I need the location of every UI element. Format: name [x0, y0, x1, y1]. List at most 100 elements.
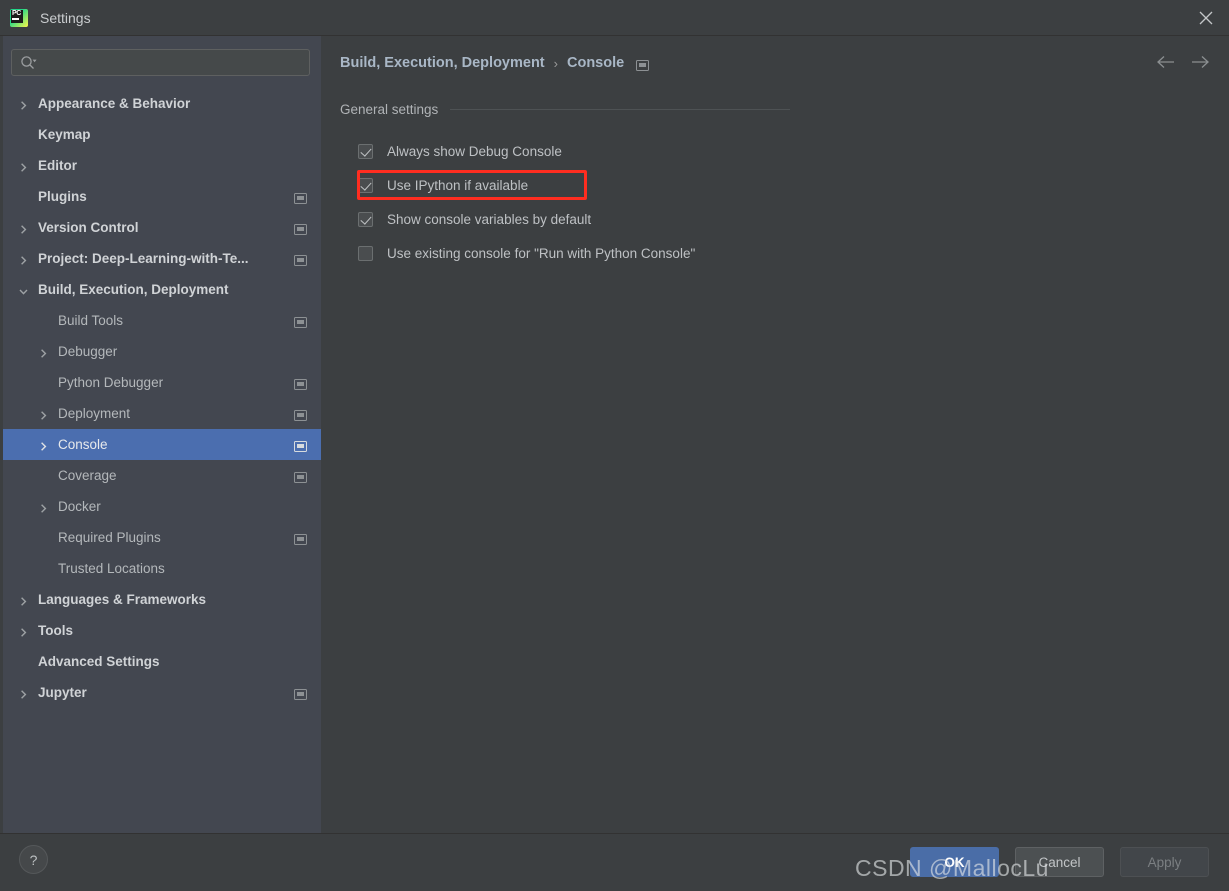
project-settings-icon — [294, 222, 307, 235]
chevron-right-icon[interactable] — [18, 160, 29, 172]
sidebar-left-edge — [0, 36, 3, 833]
chevron-right-icon[interactable] — [18, 625, 29, 637]
arrow-left-icon[interactable] — [1154, 51, 1176, 73]
checkbox[interactable] — [358, 245, 373, 261]
sidebar-item-console[interactable]: Console — [0, 429, 321, 460]
project-settings-icon — [294, 408, 307, 421]
sidebar-item-label: Build, Execution, Deployment — [38, 282, 229, 297]
project-settings-icon — [294, 439, 307, 452]
sidebar-item-project-deep-learning-with-te[interactable]: Project: Deep-Learning-with-Te... — [0, 243, 321, 274]
sidebar-item-label: Build Tools — [58, 313, 124, 328]
sidebar-item-label: Keymap — [38, 127, 91, 142]
sidebar-item-label: Docker — [58, 499, 101, 514]
section-title: General settings — [340, 102, 439, 117]
sidebar-item-label: Coverage — [58, 468, 117, 483]
sidebar-item-label: Languages & Frameworks — [38, 592, 207, 607]
sidebar-item-label: Debugger — [58, 344, 118, 359]
settings-dialog: PC Settings Appearance & Behavior Keymap… — [0, 0, 1229, 891]
window-title: Settings — [40, 9, 91, 26]
sidebar-item-label: Plugins — [38, 189, 87, 204]
ok-button[interactable]: OK — [910, 847, 999, 877]
sidebar-item-version-control[interactable]: Version Control — [0, 212, 321, 243]
chevron-right-icon[interactable] — [18, 222, 29, 234]
sidebar-item-label: Version Control — [38, 220, 139, 235]
chevron-right-icon[interactable] — [38, 346, 49, 358]
option-row[interactable]: Use IPython if available — [358, 168, 695, 202]
sidebar-item-editor[interactable]: Editor — [0, 150, 321, 181]
option-row[interactable]: Show console variables by default — [358, 202, 695, 236]
title-bar: PC Settings — [0, 0, 1229, 36]
apply-button[interactable]: Apply — [1120, 847, 1209, 877]
sidebar-item-label: Required Plugins — [58, 530, 161, 545]
sidebar-item-python-debugger[interactable]: Python Debugger — [0, 367, 321, 398]
chevron-right-icon[interactable] — [38, 408, 49, 420]
sidebar-item-required-plugins[interactable]: Required Plugins — [0, 522, 321, 553]
sidebar-item-tools[interactable]: Tools — [0, 615, 321, 646]
pycharm-icon: PC — [10, 8, 28, 27]
project-settings-icon — [294, 470, 307, 483]
search-box[interactable] — [11, 49, 310, 76]
chevron-right-icon[interactable] — [18, 687, 29, 699]
breadcrumb-current: Console — [566, 55, 625, 71]
sidebar-item-label: Deployment — [58, 406, 131, 421]
project-settings-icon — [636, 58, 650, 71]
search-input[interactable] — [42, 50, 302, 75]
sidebar-item-label: Python Debugger — [58, 375, 164, 390]
sidebar-item-build-tools[interactable]: Build Tools — [0, 305, 321, 336]
search-icon — [20, 55, 37, 76]
search-field-wrapper — [11, 49, 310, 76]
sidebar-item-plugins[interactable]: Plugins — [0, 181, 321, 212]
breadcrumb: Build, Execution, Deployment › Console — [340, 53, 650, 73]
sidebar-item-docker[interactable]: Docker — [0, 491, 321, 522]
sidebar-item-debugger[interactable]: Debugger — [0, 336, 321, 367]
project-settings-icon — [294, 253, 307, 266]
close-icon[interactable] — [1183, 0, 1229, 35]
chevron-right-icon[interactable] — [18, 594, 29, 606]
cancel-button[interactable]: Cancel — [1015, 847, 1104, 877]
option-label: Use existing console for "Run with Pytho… — [387, 245, 696, 261]
checkbox[interactable] — [358, 211, 373, 227]
sidebar-item-keymap[interactable]: Keymap — [0, 119, 321, 150]
option-row[interactable]: Use existing console for "Run with Pytho… — [358, 236, 695, 270]
general-settings-options: Always show Debug Console Use IPython if … — [358, 134, 695, 270]
sidebar-item-deployment[interactable]: Deployment — [0, 398, 321, 429]
option-label: Always show Debug Console — [387, 143, 562, 159]
sidebar-item-trusted-locations[interactable]: Trusted Locations — [0, 553, 321, 584]
sidebar-item-label: Tools — [38, 623, 73, 638]
sidebar-item-label: Editor — [38, 158, 77, 173]
option-row[interactable]: Always show Debug Console — [358, 134, 695, 168]
settings-tree: Appearance & Behavior Keymap Editor Plugins… — [0, 88, 321, 708]
chevron-right-icon[interactable] — [18, 253, 29, 265]
sidebar-item-coverage[interactable]: Coverage — [0, 460, 321, 491]
sidebar-item-build-execution-deployment[interactable]: Build, Execution, Deployment — [0, 274, 321, 305]
chevron-right-icon[interactable] — [18, 98, 29, 110]
sidebar-item-label: Project: Deep-Learning-with-Te... — [38, 251, 249, 266]
chevron-down-icon[interactable] — [18, 284, 29, 295]
chevron-right-icon[interactable] — [38, 501, 49, 513]
sidebar-item-label: Jupyter — [38, 685, 87, 700]
sidebar-item-label: Console — [58, 437, 108, 452]
navigation-arrows — [1154, 51, 1211, 73]
checkbox[interactable] — [358, 177, 373, 193]
sidebar-item-languages-frameworks[interactable]: Languages & Frameworks — [0, 584, 321, 615]
help-icon[interactable]: ? — [19, 845, 48, 874]
section-header: General settings — [340, 102, 790, 117]
checkbox[interactable] — [358, 143, 373, 159]
sidebar-item-label: Trusted Locations — [58, 561, 165, 576]
option-label: Show console variables by default — [387, 211, 592, 227]
settings-content-pane: Build, Execution, Deployment › Console G… — [321, 36, 1229, 833]
project-settings-icon — [294, 191, 307, 204]
sidebar-item-appearance-behavior[interactable]: Appearance & Behavior — [0, 88, 321, 119]
option-label: Use IPython if available — [387, 177, 529, 193]
sidebar-item-advanced-settings[interactable]: Advanced Settings — [0, 646, 321, 677]
help-label: ? — [29, 851, 38, 868]
arrow-right-icon[interactable] — [1189, 51, 1211, 73]
settings-sidebar: Appearance & Behavior Keymap Editor Plugins… — [0, 36, 321, 833]
breadcrumb-parent[interactable]: Build, Execution, Deployment — [340, 55, 545, 71]
sidebar-item-label: Appearance & Behavior — [38, 96, 191, 111]
project-settings-icon — [294, 687, 307, 700]
sidebar-item-jupyter[interactable]: Jupyter — [0, 677, 321, 708]
project-settings-icon — [294, 377, 307, 390]
chevron-right-icon[interactable] — [38, 439, 49, 451]
project-settings-icon — [294, 315, 307, 328]
